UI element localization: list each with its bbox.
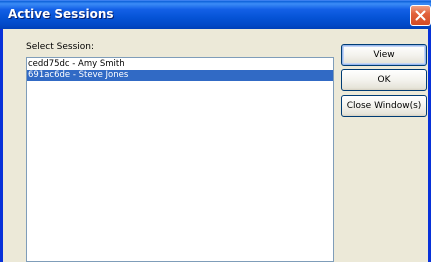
title-bar[interactable]: Active Sessions xyxy=(0,0,431,29)
close-button[interactable] xyxy=(410,5,431,26)
list-item[interactable]: 691ac6de - Steve Jones xyxy=(27,70,333,81)
close-windows-button[interactable]: Close Window(s) xyxy=(341,95,427,117)
ok-button[interactable]: OK xyxy=(341,69,427,91)
active-sessions-dialog: Active Sessions Select Session: cedd75dc… xyxy=(0,0,431,262)
window-title: Active Sessions xyxy=(8,7,114,21)
select-session-label: Select Session: xyxy=(26,42,94,52)
view-button[interactable]: View xyxy=(341,44,427,66)
close-icon xyxy=(415,10,426,21)
session-listbox[interactable]: cedd75dc - Amy Smith 691ac6de - Steve Jo… xyxy=(26,57,334,262)
list-item[interactable]: cedd75dc - Amy Smith xyxy=(27,59,333,70)
